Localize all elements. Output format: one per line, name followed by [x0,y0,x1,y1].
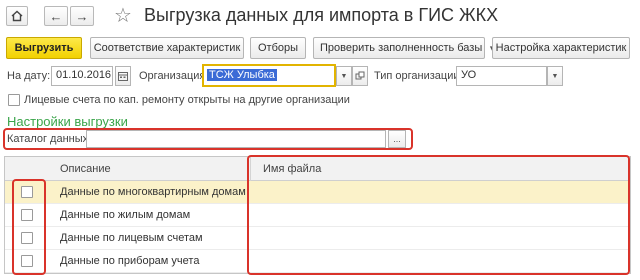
catalog-field[interactable] [86,130,386,148]
open-link-icon [355,71,365,80]
org-open-button[interactable] [352,66,368,86]
org-type-label: Тип организации: [374,70,463,82]
org-field[interactable]: ТСЖ Улыбка [202,64,336,87]
row-description: Данные по лицевым счетам [60,232,203,244]
chevron-down-icon: ▼ [551,72,559,80]
settings-button[interactable]: Настройка характеристик [492,37,630,59]
filters-button[interactable]: Отборы [250,37,306,59]
checkbox-column-highlight [12,179,46,275]
column-header-description[interactable]: Описание [60,163,111,175]
upload-button[interactable]: Выгрузить [6,37,82,59]
home-icon [11,10,23,22]
forward-button[interactable]: → [70,6,94,26]
mapping-button[interactable]: Соответствие характеристик [90,37,244,59]
favorite-star-icon[interactable]: ☆ [114,3,132,28]
check-base-button[interactable]: Проверить заполненность базы ▼ [313,37,496,59]
check-base-label: Проверить заполненность базы [320,42,483,54]
row-description: Данные по многоквартирным домам [60,186,246,198]
org-type-field[interactable]: УО [456,66,547,86]
row-description: Данные по приборам учета [60,255,200,267]
catalog-browse-button[interactable]: ... [388,130,406,148]
capital-repair-label: Лицевые счета по кап. ремонту открыты на… [24,94,350,106]
arrow-right-icon: → [75,8,89,24]
filename-column-highlight [247,155,630,275]
catalog-label: Каталог данных: [7,133,92,145]
capital-repair-checkbox[interactable] [8,94,20,106]
page-title: Выгрузка данных для импорта в ГИС ЖКХ [144,5,499,25]
calendar-button[interactable] [115,66,131,86]
date-label: На дату: [7,70,51,82]
section-title: Настройки выгрузки [7,114,128,129]
org-dropdown-button[interactable]: ▼ [336,66,352,86]
home-button[interactable] [6,6,28,26]
ellipsis-icon: ... [393,134,401,144]
back-button[interactable]: ← [44,6,68,26]
date-field[interactable]: 01.10.2016 [51,66,113,86]
row-description: Данные по жилым домам [60,209,191,221]
org-label: Организация: [139,70,209,82]
org-type-dropdown-button[interactable]: ▼ [547,66,563,86]
arrow-left-icon: ← [49,8,63,24]
org-value: ТСЖ Улыбка [207,69,277,81]
calendar-icon [118,72,128,81]
chevron-down-icon: ▼ [340,72,348,80]
